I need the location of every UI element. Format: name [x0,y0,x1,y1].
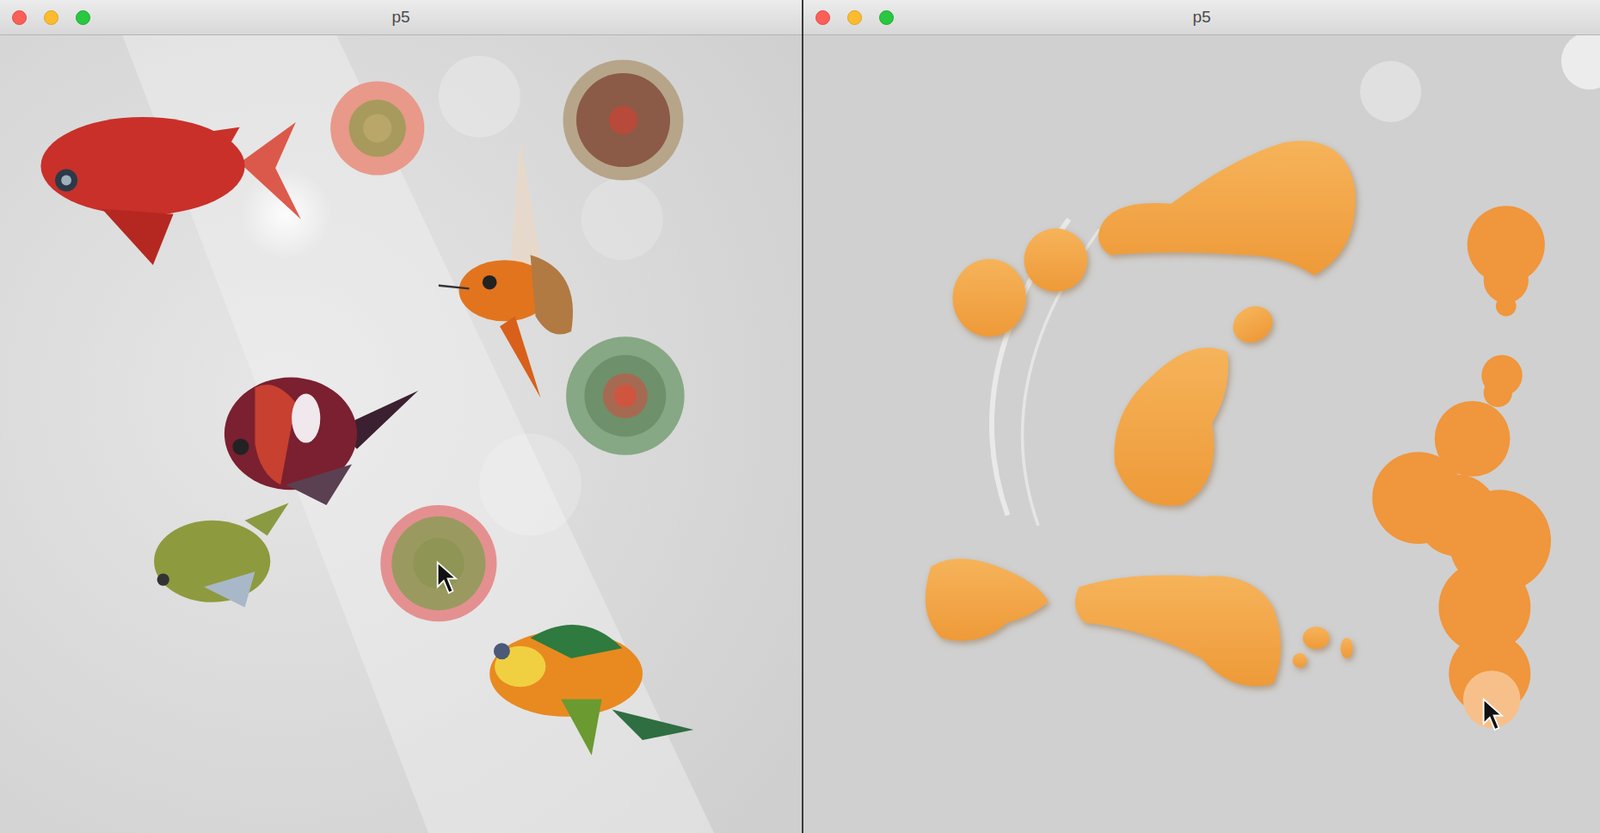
minimize-button[interactable] [43,10,59,25]
sketch-canvas[interactable] [0,35,802,833]
window-controls [815,10,894,25]
desktop: p5 [0,0,1600,833]
yellow-fish-icon [489,624,694,756]
cursor-icon [1483,699,1502,731]
sketch-canvas[interactable] [803,35,1600,833]
window-title: p5 [391,0,410,35]
title-bar[interactable]: p5 [803,0,1600,36]
ring-circle-icon [330,59,684,622]
window-title: p5 [1192,0,1211,35]
zoom-button[interactable] [75,10,91,25]
orange-fish-icon [438,137,573,399]
green-fish-icon [153,503,290,608]
dark-red-fish-icon [224,377,419,505]
window-controls [12,10,91,25]
minimize-button[interactable] [847,10,862,25]
orange-blob-icon [925,141,1356,687]
red-fish-icon [40,116,301,265]
sketch-window[interactable]: p5 [803,0,1600,833]
paint-blobs-icon [803,35,1600,833]
cursor-icon [437,561,456,593]
close-button[interactable] [815,10,831,25]
orange-trail-icon [1372,205,1551,728]
fish-scene-icon [0,35,802,833]
zoom-button[interactable] [879,10,894,25]
title-bar[interactable]: p5 [0,0,802,36]
sketch-window[interactable]: p5 [0,0,802,833]
close-button[interactable] [12,10,27,25]
